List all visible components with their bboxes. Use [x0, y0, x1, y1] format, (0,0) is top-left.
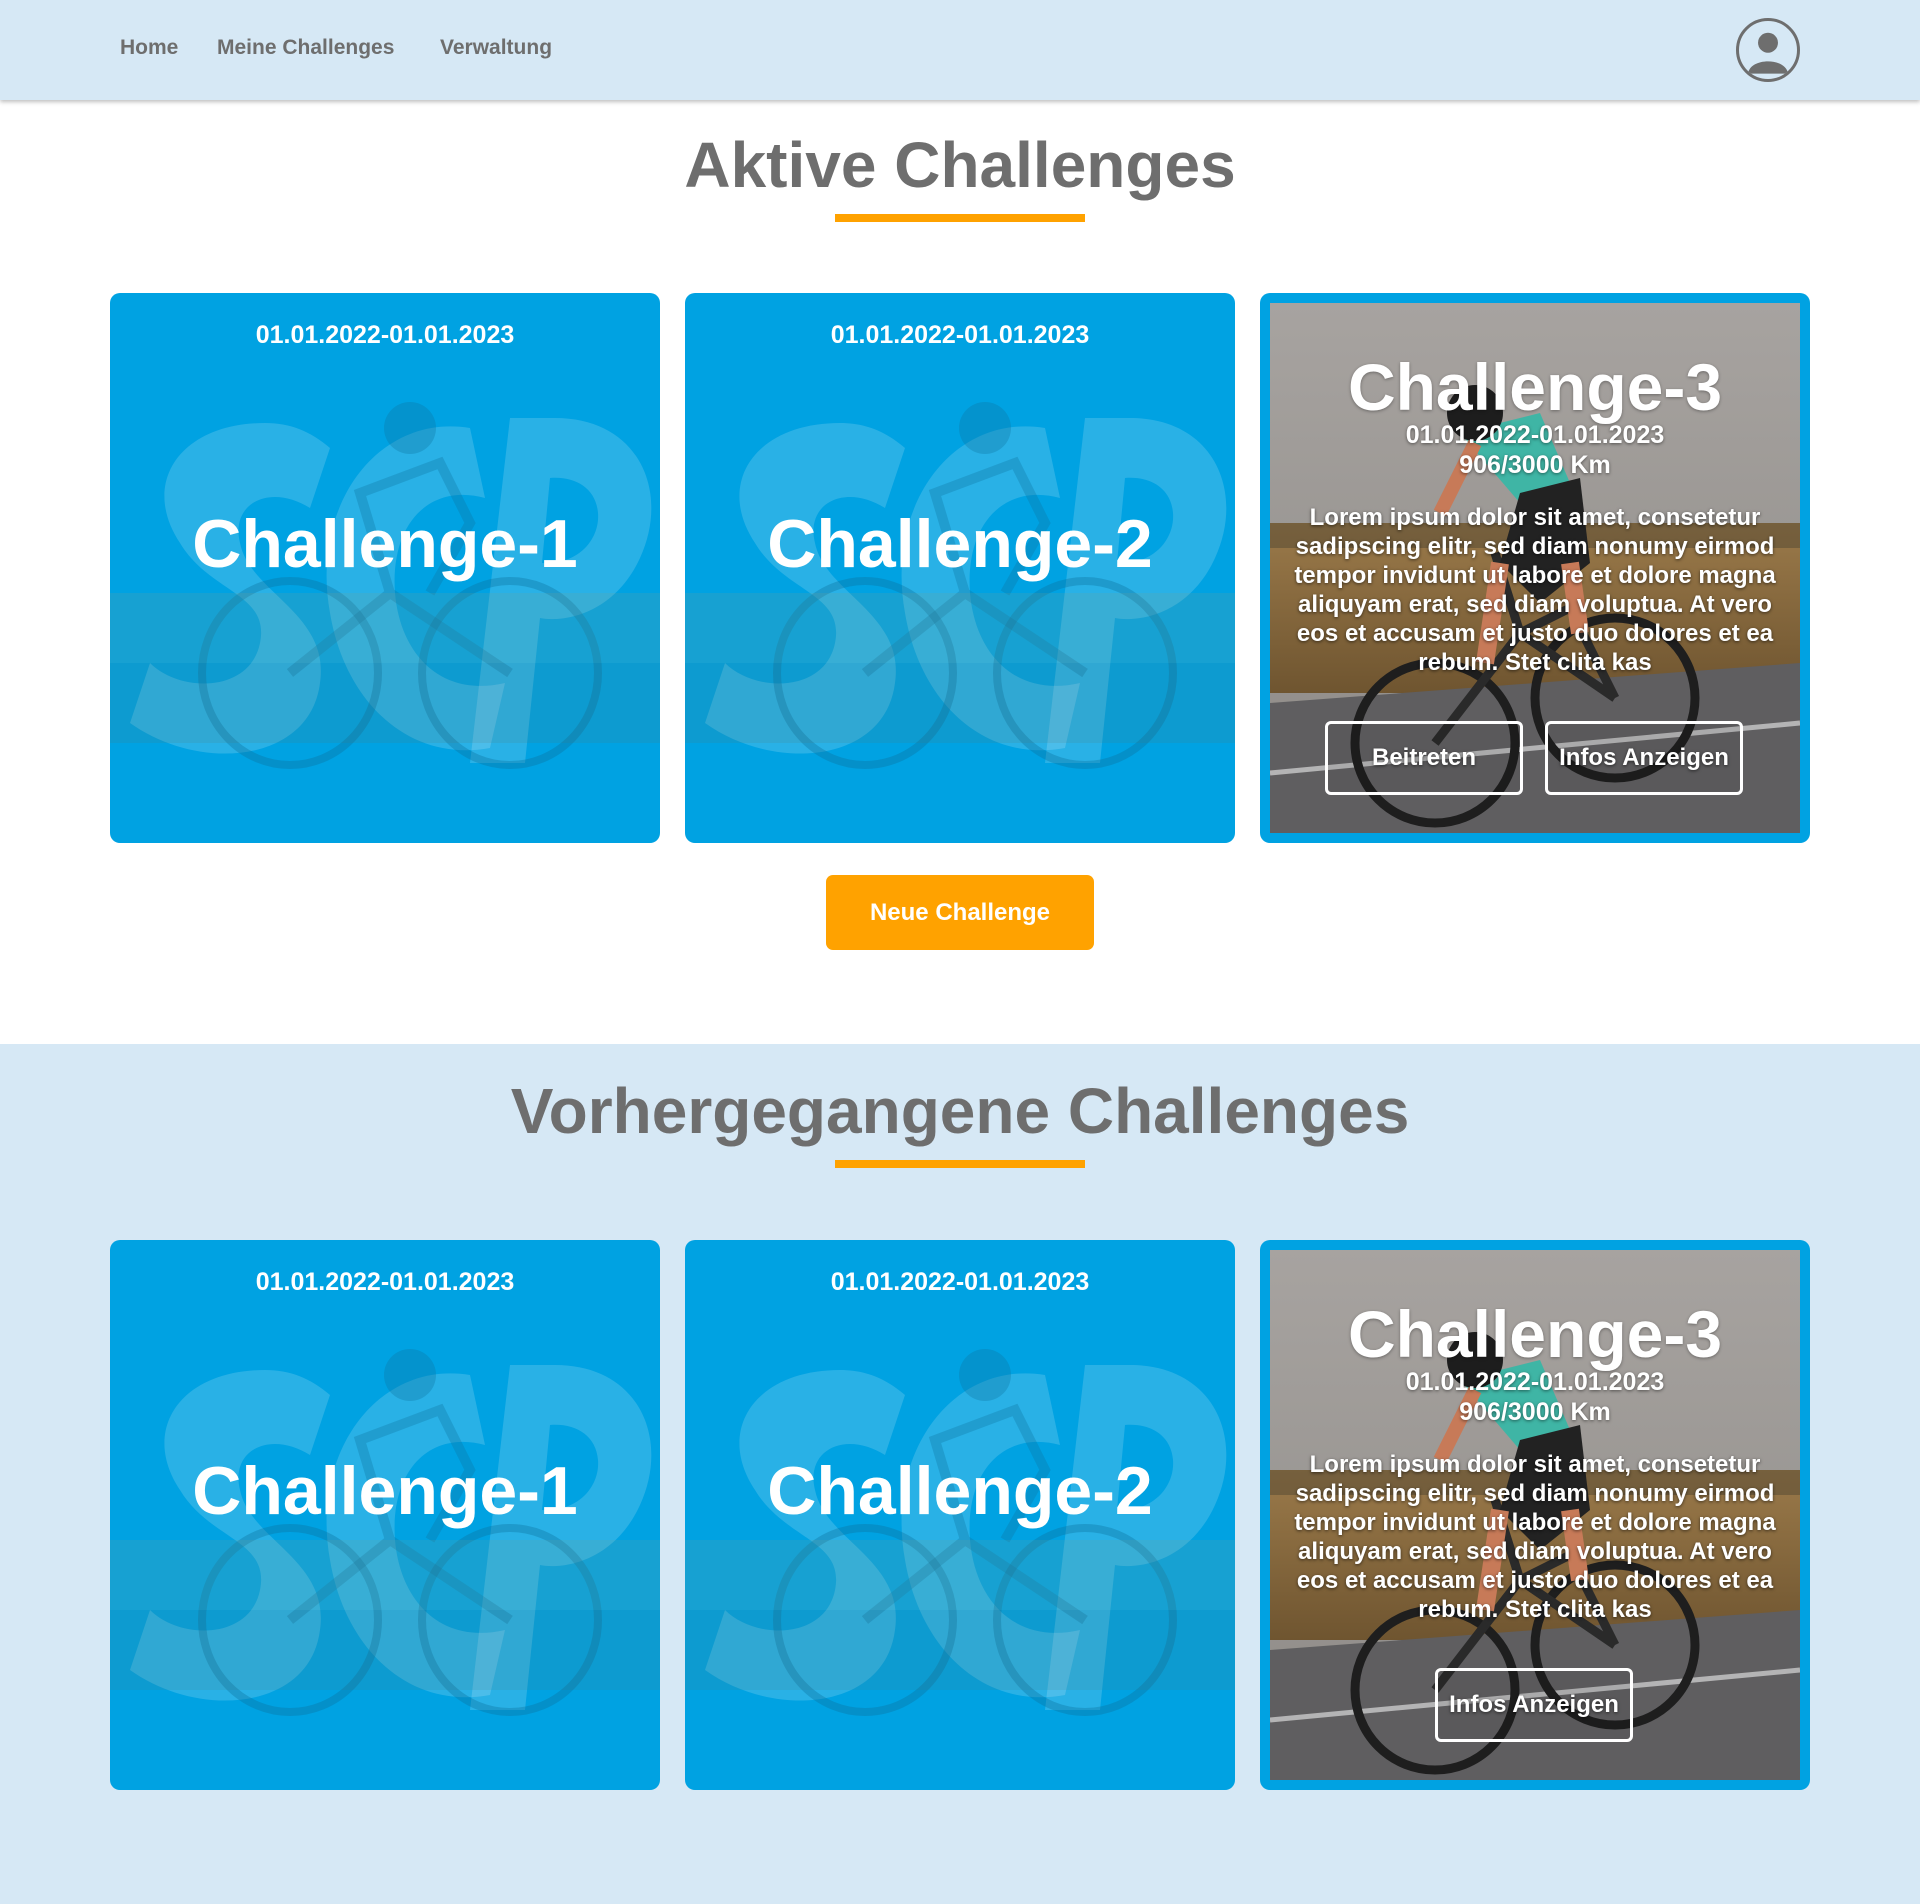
card-title: Challenge-3 [1347, 1297, 1723, 1371]
challenge-card-1[interactable]: 01.01.2022-01.01.2023 Challenge-1 [110, 293, 660, 843]
card-title: Challenge-2 [767, 1453, 1153, 1529]
previous-challenge-card-3-featured[interactable]: Challenge-3 01.01.2022-01.01.2023 906/30… [1260, 1240, 1810, 1790]
card-date: 01.01.2022-01.01.2023 [255, 321, 515, 349]
card-date: 01.01.2022-01.01.2023 [830, 321, 1090, 349]
previous-challenges-section: Vorhergegangene Challenges 01.01.2022-01… [0, 1044, 1920, 1904]
previous-challenge-card-1[interactable]: 01.01.2022-01.01.2023 Challenge-1 [110, 1240, 660, 1790]
neue-challenge-button[interactable]: Neue Challenge [826, 875, 1094, 950]
nav-verwaltung-link[interactable]: Verwaltung [440, 36, 552, 60]
nav-home-link[interactable]: Home [120, 36, 178, 60]
challenge-card-3-featured[interactable]: Challenge-3 01.01.2022-01.01.2023 906/30… [1260, 293, 1810, 843]
card-distance: 906/3000 Km [1459, 1398, 1611, 1426]
previous-heading: Vorhergegangene Challenges [510, 1075, 1410, 1147]
active-heading-underline [835, 214, 1085, 222]
challenge-card-2[interactable]: 01.01.2022-01.01.2023 Challenge-2 [685, 293, 1235, 843]
previous-challenge-card-2[interactable]: 01.01.2022-01.01.2023 Challenge-2 [685, 1240, 1235, 1790]
card-date: 01.01.2022-01.01.2023 [255, 1268, 515, 1296]
card-description: Lorem ipsum dolor sit amet, consetetur s… [1294, 504, 1776, 676]
card-title: Challenge-3 [1347, 350, 1723, 424]
user-avatar-icon[interactable] [1736, 18, 1800, 82]
previous-heading-underline [835, 1160, 1085, 1168]
card-date: 01.01.2022-01.01.2023 [830, 1268, 1090, 1296]
infos-anzeigen-button[interactable]: Infos Anzeigen [1435, 1668, 1633, 1742]
infos-anzeigen-button[interactable]: Infos Anzeigen [1545, 721, 1743, 795]
card-title: Challenge-1 [192, 1453, 578, 1529]
nav-meine-challenges-link[interactable]: Meine Challenges [217, 36, 394, 60]
card-title: Challenge-1 [192, 506, 578, 582]
card-distance: 906/3000 Km [1459, 451, 1611, 479]
card-description: Lorem ipsum dolor sit amet, consetetur s… [1294, 1451, 1776, 1623]
card-date: 01.01.2022-01.01.2023 [1405, 421, 1665, 449]
beitreten-button[interactable]: Beitreten [1325, 721, 1523, 795]
card-date: 01.01.2022-01.01.2023 [1405, 1368, 1665, 1396]
card-title: Challenge-2 [767, 506, 1153, 582]
top-nav: Home Meine Challenges Verwaltung [0, 0, 1920, 100]
active-heading: Aktive Challenges [684, 129, 1236, 201]
